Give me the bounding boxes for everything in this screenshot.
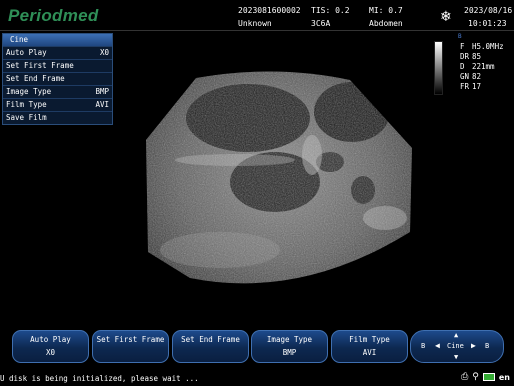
arrow-down-icon[interactable]: ▼ xyxy=(454,353,458,361)
param-key: DR xyxy=(460,52,470,61)
softkey-label: Set End Frame xyxy=(181,335,240,344)
param-value: 221mm xyxy=(472,62,495,71)
menu-item-label: Set End Frame xyxy=(6,74,65,83)
arrow-up-icon[interactable]: ▲ xyxy=(454,331,458,339)
softkey-label: Image Type xyxy=(266,335,313,344)
menu-item-film-type[interactable]: Film Type AVI xyxy=(3,98,112,111)
softkey-value: X0 xyxy=(45,348,56,357)
status-message: U disk is being initialized, please wait… xyxy=(0,374,199,383)
nav-center-label: Cine xyxy=(447,342,464,350)
param-frequency: F H5.0MHz xyxy=(460,42,504,52)
menu-item-save-film[interactable]: Save Film xyxy=(3,111,112,124)
softkey-value: BMP xyxy=(282,348,297,357)
menu-item-value: BMP xyxy=(95,87,109,96)
param-dynamic-range: DR 85 xyxy=(460,52,481,62)
menu-item-image-type[interactable]: Image Type BMP xyxy=(3,85,112,98)
param-value: 82 xyxy=(472,72,482,81)
menu-item-label: Auto Play xyxy=(6,48,47,57)
status-icons: ⎙ ⚲ en xyxy=(461,372,510,382)
menu-item-label: Save Film xyxy=(6,113,47,122)
param-key: FR xyxy=(460,82,470,91)
language-indicator[interactable]: en xyxy=(499,373,510,382)
param-value: 85 xyxy=(472,52,482,61)
param-value: 17 xyxy=(472,82,482,91)
softkey-set-first-frame[interactable]: Set First Frame xyxy=(92,330,169,363)
softkey-value xyxy=(173,348,248,358)
mode-mark: B xyxy=(458,33,462,40)
softkey-auto-play[interactable]: Auto Play X0 xyxy=(12,330,89,363)
softkey-label: Auto Play xyxy=(30,335,71,344)
usb-icon[interactable]: ⚲ xyxy=(472,372,479,382)
cine-menu: Cine Auto Play X0 Set First Frame Set En… xyxy=(2,33,113,125)
nav-left-label: B xyxy=(421,342,426,350)
param-frame-rate: FR 17 xyxy=(460,82,481,92)
param-key: GN xyxy=(460,72,470,81)
param-depth: D 221mm xyxy=(460,62,495,72)
cine-menu-title: Cine xyxy=(3,34,112,46)
cine-nav-pad[interactable]: ▲ ▼ B ◀ Cine ▶ B xyxy=(410,330,504,363)
param-value: H5.0MHz xyxy=(472,42,504,51)
softkey-label: Set First Frame xyxy=(96,335,165,344)
grayscale-bar xyxy=(434,41,443,95)
param-key: D xyxy=(460,62,465,71)
battery-icon xyxy=(482,373,495,381)
softkey-value xyxy=(93,348,168,358)
nav-right-label: B xyxy=(485,342,490,350)
menu-item-set-first-frame[interactable]: Set First Frame xyxy=(3,59,112,72)
param-key: F xyxy=(460,42,465,51)
menu-item-label: Film Type xyxy=(6,100,47,109)
menu-item-value: X0 xyxy=(99,48,109,57)
softkey-film-type[interactable]: Film Type AVI xyxy=(331,330,408,363)
arrow-left-icon[interactable]: ◀ xyxy=(435,341,440,350)
param-gain: GN 82 xyxy=(460,72,481,82)
menu-item-set-end-frame[interactable]: Set End Frame xyxy=(3,72,112,85)
arrow-right-icon[interactable]: ▶ xyxy=(471,341,476,350)
menu-item-value: AVI xyxy=(95,100,109,109)
menu-item-auto-play[interactable]: Auto Play X0 xyxy=(3,46,112,59)
softkey-value: AVI xyxy=(362,348,377,357)
softkey-set-end-frame[interactable]: Set End Frame xyxy=(172,330,249,363)
menu-item-label: Image Type xyxy=(6,87,52,96)
softkey-image-type[interactable]: Image Type BMP xyxy=(251,330,328,363)
softkey-label: Film Type xyxy=(349,335,390,344)
menu-item-label: Set First Frame xyxy=(6,61,74,70)
printer-icon[interactable]: ⎙ xyxy=(461,372,468,382)
